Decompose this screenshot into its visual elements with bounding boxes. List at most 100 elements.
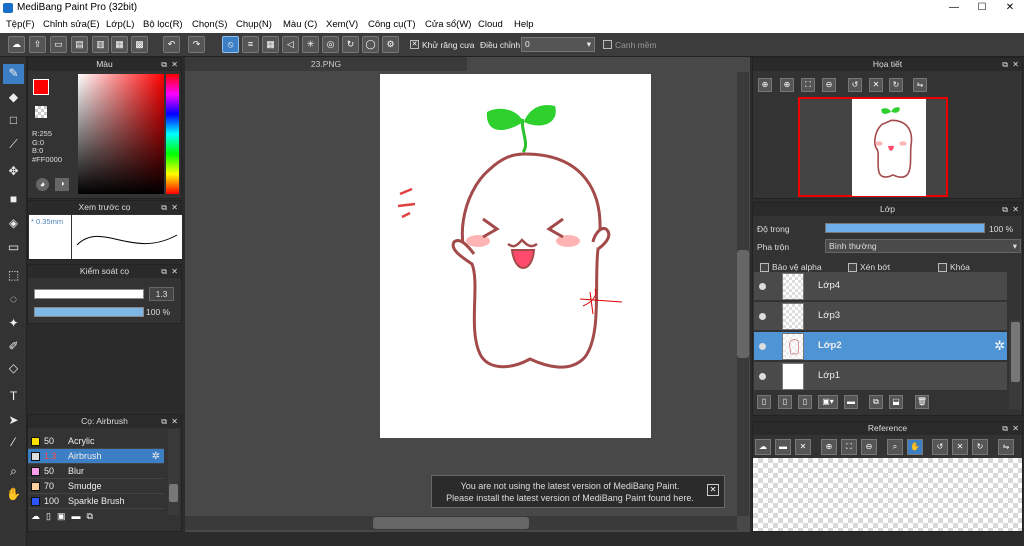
layer-folder-icon[interactable]: ▬ [844, 395, 858, 409]
close-icon[interactable]: ✕ [171, 201, 178, 214]
brush-tool-icon[interactable]: ✎ [3, 64, 24, 84]
brush-cloud-icon[interactable]: ☁ [31, 511, 46, 521]
flip-icon[interactable]: ⇋ [913, 78, 927, 92]
gear-icon[interactable]: ✲ [152, 449, 160, 464]
lasso-tool-icon[interactable]: ◌ [3, 290, 24, 310]
eyedropper-tool-icon[interactable]: ⌕ [3, 462, 24, 482]
brush-item-selected[interactable]: 1.3 Airbrush ✲ [28, 449, 164, 464]
brush-list-scrollbar[interactable] [168, 429, 179, 515]
folder-icon[interactable]: ▬ [71, 511, 86, 521]
circle-snap-icon[interactable]: ◎ [322, 36, 339, 53]
lock-checkbox[interactable] [938, 263, 947, 272]
close-icon[interactable]: ✕ [1012, 422, 1019, 435]
brush-item[interactable]: 50 Acrylic [28, 434, 164, 449]
primary-color-swatch[interactable] [33, 79, 49, 95]
reference-rotate-right-icon[interactable]: ↻ [972, 439, 988, 455]
reference-eyedropper-icon[interactable]: ⌕ [887, 439, 903, 455]
rotate-right-icon[interactable]: ↻ [889, 78, 903, 92]
reference-canvas[interactable] [753, 458, 1022, 531]
new-8bit-layer-icon[interactable]: ▯ [798, 395, 812, 409]
reference-flip-icon[interactable]: ⇋ [998, 439, 1014, 455]
hue-slider[interactable] [166, 74, 179, 194]
layer-row[interactable]: Lớp3 [754, 302, 1007, 331]
document-tab[interactable]: 23.PNG [185, 57, 467, 71]
brush-size-slider[interactable] [34, 289, 144, 299]
undock-icon[interactable]: ⧉ [1002, 203, 1008, 216]
snap-soft-checkbox[interactable] [603, 40, 612, 49]
canvas-horizontal-scroll-thumb[interactable] [373, 517, 529, 529]
new-brush-icon[interactable]: ▯ [46, 511, 57, 521]
notice-close-button[interactable]: ✕ [707, 484, 719, 496]
clipping-checkbox[interactable] [848, 263, 857, 272]
menu-edit[interactable]: Chỉnh sửa(E) [43, 19, 100, 30]
reset-view-icon[interactable]: ✕ [869, 78, 883, 92]
magic-wand-tool-icon[interactable]: ✦ [3, 314, 24, 334]
radial-snap-icon[interactable]: ✳ [302, 36, 319, 53]
share-icon[interactable]: ⇪ [29, 36, 46, 53]
select-pen-tool-icon[interactable]: ✐ [3, 337, 24, 357]
minimize-button[interactable]: — [940, 0, 968, 17]
close-icon[interactable]: ✕ [1012, 58, 1019, 71]
reference-cloud-icon[interactable]: ☁ [755, 439, 771, 455]
rotate-left-icon[interactable]: ↺ [848, 78, 862, 92]
ellipse-snap-icon[interactable]: ◯ [362, 36, 379, 53]
menu-view[interactable]: Xem(V) [326, 19, 358, 30]
close-icon[interactable]: ✕ [1012, 203, 1019, 216]
grid-icon[interactable]: ▩ [131, 36, 148, 53]
navigator-viewport[interactable] [798, 97, 948, 197]
reference-open-icon[interactable]: ▬ [775, 439, 791, 455]
merge-layer-icon[interactable]: ⬓ [889, 395, 903, 409]
add-brush-icon[interactable]: ▣ [57, 511, 72, 521]
brush-list-scroll-thumb[interactable] [169, 484, 178, 502]
zoom-out-icon[interactable]: ⊖ [822, 78, 836, 92]
palette-icon[interactable]: ◕ [36, 178, 49, 191]
select-rect-tool-icon[interactable]: ⬚ [3, 266, 24, 286]
cloud-icon[interactable]: ☁ [8, 36, 25, 53]
reference-fit-icon[interactable]: ⛶ [841, 439, 857, 455]
saturation-value-picker[interactable] [78, 74, 164, 194]
gear-icon[interactable]: ✲ [994, 338, 1005, 354]
menu-cloud[interactable]: Cloud [478, 19, 503, 30]
layer-list-scroll-thumb[interactable] [1011, 322, 1020, 382]
duplicate-layer-icon[interactable]: ⧉ [869, 395, 883, 409]
layer-opacity-slider[interactable] [825, 223, 985, 233]
reference-hand-icon[interactable]: ✋ [907, 439, 923, 455]
brush-opacity-slider[interactable] [34, 307, 144, 317]
divide-tool-icon[interactable]: ⁄ [3, 433, 24, 453]
delete-layer-icon[interactable]: 🗑 [915, 395, 929, 409]
gradient-tool-icon[interactable]: ▭ [3, 238, 24, 258]
visibility-eye-icon[interactable] [759, 313, 766, 320]
reference-rotate-left-icon[interactable]: ↺ [932, 439, 948, 455]
undock-icon[interactable]: ⧉ [1002, 58, 1008, 71]
brush-size-value[interactable]: 1.3 [149, 287, 174, 301]
undock-icon[interactable]: ⧉ [161, 58, 167, 71]
protect-alpha-checkbox[interactable] [760, 263, 769, 272]
color-mode-icon[interactable]: ◑ [55, 178, 69, 191]
visibility-eye-icon[interactable] [759, 283, 766, 290]
layer-row-selected[interactable]: Lớp2 ✲ [754, 332, 1007, 361]
menu-select[interactable]: Chọn(S) [192, 19, 227, 30]
fill-rect-tool-icon[interactable]: ■ [3, 190, 24, 210]
close-icon[interactable]: ✕ [171, 265, 178, 278]
reference-close-icon[interactable]: ✕ [795, 439, 811, 455]
menu-snap[interactable]: Chụp(N) [236, 19, 272, 30]
menu-tools[interactable]: Công cụ(T) [368, 19, 416, 30]
visibility-eye-icon[interactable] [759, 343, 766, 350]
zoom-in-icon[interactable]: ⊕ [758, 78, 772, 92]
maximize-button[interactable]: ☐ [968, 0, 996, 17]
undock-icon[interactable]: ⧉ [1002, 422, 1008, 435]
undock-icon[interactable]: ⧉ [161, 201, 167, 214]
brush-item[interactable]: 100 Sparkle Brush [28, 494, 164, 509]
fit-window-icon[interactable]: ⛶ [801, 78, 815, 92]
text-tool-icon[interactable]: T [3, 387, 24, 407]
snap-settings-icon[interactable]: ⚙ [382, 36, 399, 53]
eraser-tool-icon[interactable]: ◆ [3, 88, 24, 108]
reference-zoom-out-icon[interactable]: ⊖ [861, 439, 877, 455]
undock-icon[interactable]: ⧉ [161, 415, 167, 428]
brush-item[interactable]: 50 Blur [28, 464, 164, 479]
comment-icon[interactable]: ▭ [50, 36, 67, 53]
dot-tool-icon[interactable]: □ [3, 111, 24, 131]
page-icon[interactable]: ▥ [92, 36, 109, 53]
layer-row[interactable]: Lớp1 [754, 362, 1007, 391]
add-layer-menu-icon[interactable]: ▣▾ [818, 395, 838, 409]
